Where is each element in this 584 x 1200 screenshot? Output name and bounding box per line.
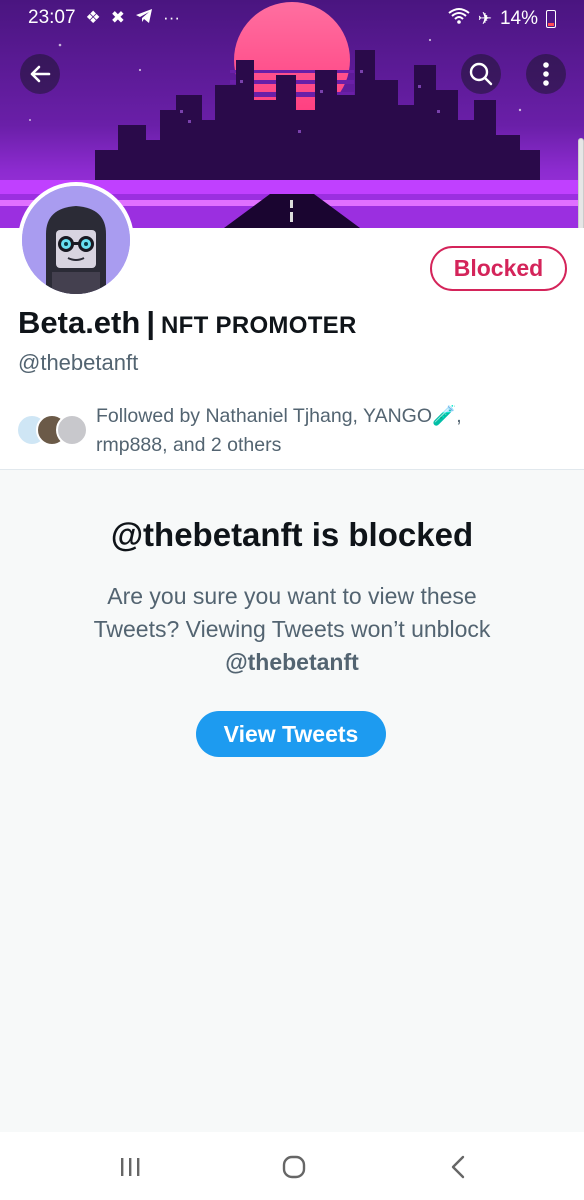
wifi-icon (448, 7, 470, 30)
telegram-icon (135, 8, 153, 29)
recents-button[interactable] (110, 1152, 150, 1182)
follower-avatar (56, 414, 88, 446)
battery-icon (546, 9, 556, 28)
search-button[interactable] (461, 54, 501, 94)
system-back-button[interactable] (438, 1152, 478, 1182)
name-suffix: NFT PROMOTER (161, 312, 357, 339)
back-chevron-icon (451, 1155, 465, 1179)
display-name: Beta.eth (18, 305, 141, 340)
recents-icon (121, 1158, 140, 1176)
home-button[interactable] (274, 1152, 314, 1182)
view-tweets-button[interactable]: View Tweets (196, 711, 386, 757)
airplane-icon: ✈ (477, 8, 492, 28)
blocked-notice-text: Are you sure you want to view these Twee… (93, 583, 491, 642)
crossed-tools-icon: ✖ (110, 8, 126, 27)
blocked-notice-handle: @thebetanft (225, 649, 359, 675)
back-button[interactable] (20, 54, 60, 94)
name-separator: | (146, 305, 155, 340)
avatar[interactable] (18, 182, 134, 298)
profile-handle: @thebetanft (18, 350, 139, 375)
more-options-button[interactable] (526, 54, 566, 94)
battery-percent: 14% (499, 7, 538, 29)
search-icon (469, 62, 493, 86)
blocked-notice-body: Are you sure you want to view these Twee… (62, 580, 522, 679)
binance-icon: ❖ (85, 8, 101, 27)
system-nav-bar (0, 1132, 584, 1200)
avatar-image (22, 186, 130, 294)
home-circle-icon (282, 1155, 306, 1179)
more-dots-icon: ··· (163, 8, 181, 27)
blocked-notice-title: @thebetanft is blocked (110, 516, 474, 553)
name-row: Beta.eth | NFT PROMOTER (18, 305, 357, 341)
vertical-dots-icon (543, 62, 549, 86)
followed-by-row[interactable]: Followed by Nathaniel Tjhang, YANGO🧪, rm… (14, 402, 574, 462)
followed-by-line-1: Followed by Nathaniel Tjhang, YANGO🧪, (96, 405, 462, 427)
blocked-button[interactable]: Blocked (430, 246, 567, 291)
arrow-left-icon (30, 65, 51, 83)
followed-by-text: Followed by Nathaniel Tjhang, YANGO🧪, rm… (96, 402, 566, 460)
status-time: 23:07 (28, 7, 76, 28)
status-bar: 23:07 ❖ ✖ ··· ✈ 14% (0, 0, 584, 36)
followed-by-line-2: rmp888, and 2 others (96, 434, 282, 456)
